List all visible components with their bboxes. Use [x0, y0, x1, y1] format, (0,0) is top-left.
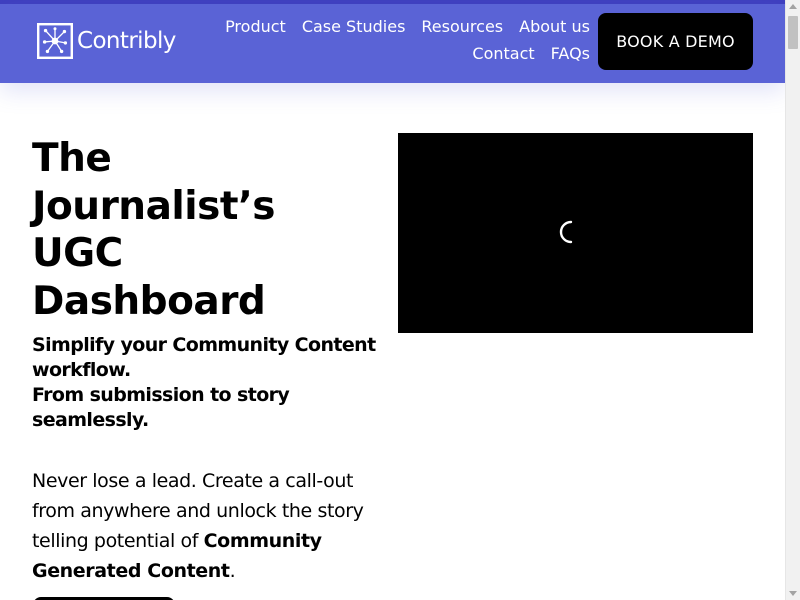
hero-description-end: . [229, 560, 236, 582]
hero-title-line: Journalist’s [32, 183, 276, 229]
hero-subtitle-line: Simplify your Community Content workflow… [32, 334, 376, 381]
scroll-down-arrow-icon[interactable] [789, 591, 797, 596]
video-player[interactable] [398, 133, 753, 333]
hero-description: Never lose a lead. Create a call-out fro… [32, 466, 387, 586]
hero-title: The Journalist’s UGC Dashboard [32, 135, 382, 325]
hero-title-line: The [32, 136, 112, 181]
brand-logo[interactable]: Contribly [37, 22, 176, 60]
book-demo-button[interactable]: BOOK A DEMO [598, 13, 753, 70]
page: Contribly Product Case Studies Resources… [0, 0, 800, 600]
hero-subtitle-line: From submission to story seamlessly. [32, 384, 290, 431]
hero-title-line: UGC [32, 231, 123, 276]
loading-spinner-icon [559, 220, 573, 244]
nav-case-studies[interactable]: Case Studies [302, 16, 406, 43]
nav-product[interactable]: Product [225, 16, 286, 43]
nav-about-us[interactable]: About us [519, 16, 590, 43]
nav-row-secondary: Contact FAQs [205, 43, 590, 70]
nav-faqs[interactable]: FAQs [551, 43, 590, 70]
scroll-up-arrow-icon[interactable] [789, 4, 797, 9]
main-nav: Product Case Studies Resources About us … [205, 16, 590, 70]
scrollbar-thumb[interactable] [788, 16, 798, 49]
hero-subtitle: Simplify your Community Content workflow… [32, 333, 387, 433]
hero-title-line: Dashboard [32, 278, 266, 324]
brand-name: Contribly [77, 28, 176, 54]
nav-contact[interactable]: Contact [472, 43, 534, 70]
nav-row-primary: Product Case Studies Resources About us [205, 16, 590, 43]
site-header: Contribly Product Case Studies Resources… [0, 4, 785, 83]
network-logo-icon [37, 23, 73, 59]
nav-resources[interactable]: Resources [421, 16, 503, 43]
page-scrollbar[interactable] [785, 0, 800, 600]
